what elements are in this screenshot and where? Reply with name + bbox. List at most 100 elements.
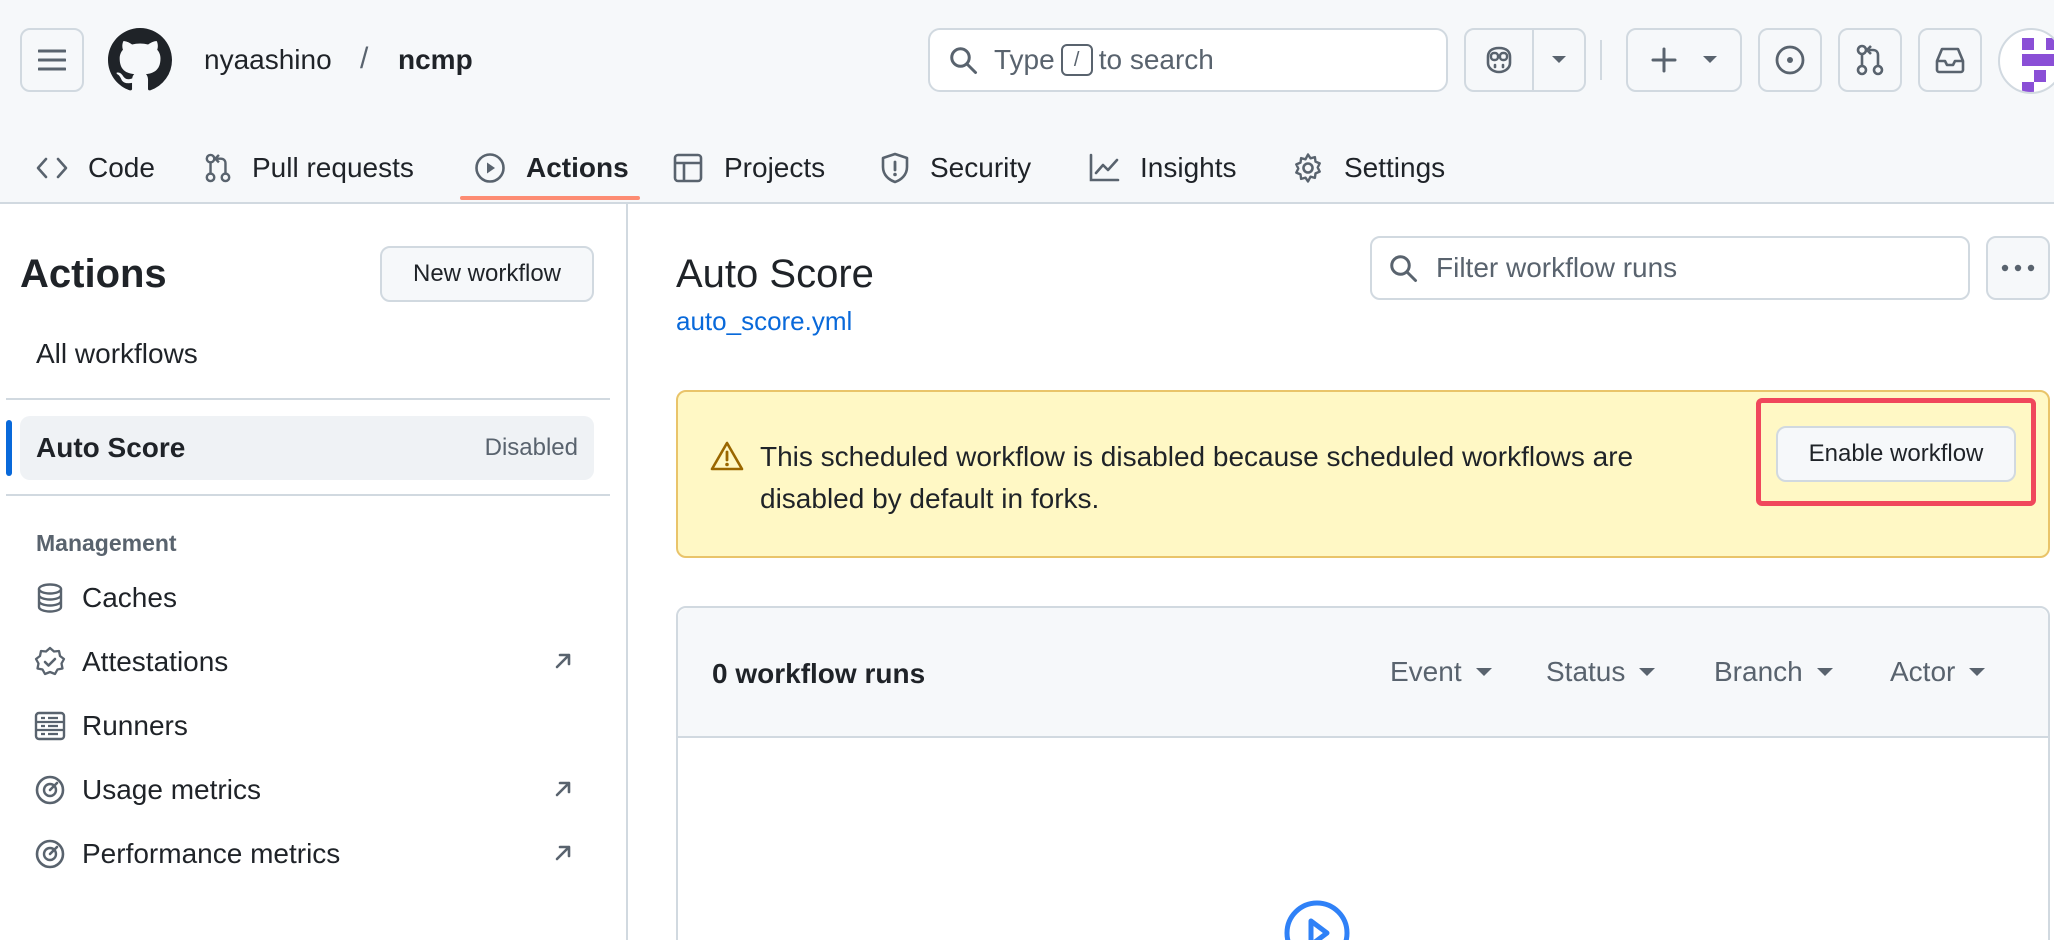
inbox-button[interactable] — [1918, 28, 1982, 92]
workflow-runs-count: 0 workflow runs — [712, 658, 926, 689]
search-icon — [950, 47, 977, 74]
status-filter-dropdown[interactable]: Status — [1546, 656, 1656, 688]
branch-filter-label: Branch — [1714, 656, 1803, 687]
tab-insights-label: Insights — [1140, 152, 1237, 183]
user-avatar[interactable] — [1998, 28, 2054, 94]
database-icon — [37, 583, 63, 613]
menu-button[interactable] — [20, 28, 84, 92]
active-tab-indicator — [460, 196, 640, 200]
issues-button[interactable] — [1758, 28, 1822, 92]
banner-message: This scheduled workflow is disabled beca… — [760, 441, 1634, 514]
meter-icon — [35, 839, 65, 869]
tab-code-label: Code — [88, 152, 155, 183]
copilot-button[interactable] — [1466, 30, 1534, 90]
pull-requests-button[interactable] — [1838, 28, 1902, 92]
hamburger-icon — [38, 49, 66, 71]
graph-icon — [1089, 153, 1120, 182]
actions-sidebar: Actions New workflow All workflows Auto … — [0, 204, 628, 940]
alert-icon — [710, 441, 744, 471]
sidebar-item-runners[interactable]: Runners — [34, 704, 594, 748]
sidebar-item-caches[interactable]: Caches — [34, 576, 594, 620]
chevron-down-icon — [1816, 668, 1833, 676]
external-link-arrow-icon — [555, 653, 571, 669]
sidebar-item-label: Runners — [82, 710, 188, 741]
workflow-state-label: Disabled — [484, 434, 578, 461]
actor-filter-label: Actor — [1890, 656, 1956, 687]
code-icon — [36, 157, 68, 179]
table-icon — [673, 153, 703, 183]
sidebar-item-label: Usage metrics — [82, 774, 261, 805]
global-search[interactable]: Type / to search — [928, 28, 1448, 92]
sidebar-title: Actions — [20, 252, 167, 296]
external-link-arrow-icon — [555, 845, 571, 861]
sidebar-item-usage-metrics[interactable]: Usage metrics — [34, 768, 594, 812]
tab-pull-requests[interactable]: Pull requests — [204, 132, 414, 204]
search-icon — [1390, 255, 1417, 282]
github-logo-icon[interactable] — [108, 28, 172, 92]
selected-item-indicator — [6, 420, 12, 476]
enable-workflow-button[interactable]: Enable workflow — [1776, 426, 2016, 482]
tab-actions[interactable]: Actions — [474, 132, 629, 204]
tab-insights[interactable]: Insights — [1088, 132, 1237, 204]
search-shortcut-key: / — [1060, 44, 1093, 76]
search-hint-prefix: Type — [994, 44, 1055, 75]
divider — [6, 398, 610, 400]
breadcrumb-separator: / — [360, 42, 369, 75]
copilot-button-group — [1464, 28, 1586, 92]
git-pull-request-icon — [1856, 44, 1884, 76]
event-filter-dropdown[interactable]: Event — [1390, 656, 1492, 688]
management-heading: Management — [36, 530, 177, 556]
verified-icon — [34, 646, 66, 676]
sidebar-item-performance-metrics[interactable]: Performance metrics — [34, 832, 594, 876]
page-title: Auto Score — [676, 252, 874, 296]
inbox-icon — [1935, 47, 1965, 74]
tab-code[interactable]: Code — [36, 132, 155, 204]
search-hint: Type / to search — [994, 44, 1214, 76]
new-workflow-button[interactable]: New workflow — [380, 246, 594, 302]
filter-placeholder: Filter workflow runs — [1436, 252, 1678, 283]
workflow-runs-panel: 0 workflow runs Event Status Branch Acto… — [676, 606, 2050, 940]
sidebar-item-auto-score[interactable]: Auto Score Disabled — [20, 416, 594, 480]
sidebar-item-all-workflows[interactable]: All workflows — [36, 338, 198, 370]
breadcrumb-owner[interactable]: nyaashino — [204, 44, 332, 76]
search-hint-suffix: to search — [1098, 44, 1214, 75]
sidebar-item-label: Performance metrics — [82, 838, 341, 869]
gear-icon — [1295, 153, 1321, 183]
tab-security[interactable]: Security — [880, 132, 1031, 204]
copilot-icon — [1486, 46, 1512, 74]
header-divider — [1600, 40, 1602, 80]
tab-actions-label: Actions — [526, 152, 629, 183]
tab-pull-requests-label: Pull requests — [252, 152, 414, 183]
tab-security-label: Security — [930, 152, 1032, 183]
play-icon — [475, 153, 505, 183]
git-pull-request-icon — [205, 153, 231, 183]
meter-icon — [35, 775, 65, 805]
workflow-runs-header: 0 workflow runs Event Status Branch Acto… — [678, 608, 2048, 738]
play-icon — [1284, 900, 1350, 940]
create-new-button[interactable] — [1626, 28, 1742, 92]
sidebar-item-label: Attestations — [82, 646, 229, 677]
shield-icon — [881, 152, 909, 184]
plus-icon — [1651, 47, 1676, 73]
event-filter-label: Event — [1390, 656, 1462, 687]
workflow-file-link[interactable]: auto_score.yml — [676, 306, 852, 337]
tab-settings[interactable]: Settings — [1292, 132, 1445, 204]
identicon-icon — [2022, 38, 2054, 92]
branch-filter-dropdown[interactable]: Branch — [1714, 656, 1833, 688]
kebab-horizontal-icon — [2001, 264, 2035, 272]
issue-opened-icon — [1775, 45, 1805, 75]
actor-filter-dropdown[interactable]: Actor — [1890, 656, 1986, 688]
chevron-down-icon — [1969, 668, 1986, 676]
tab-projects[interactable]: Projects — [672, 132, 825, 204]
breadcrumb-repo[interactable]: ncmp — [398, 44, 473, 76]
status-filter-label: Status — [1546, 656, 1626, 687]
sidebar-item-attestations[interactable]: Attestations — [34, 640, 594, 684]
divider — [6, 494, 610, 496]
tab-settings-label: Settings — [1344, 152, 1446, 183]
copilot-dropdown[interactable] — [1534, 30, 1584, 90]
sidebar-item-label: Caches — [82, 582, 177, 613]
chevron-down-icon — [1552, 56, 1566, 63]
more-options-button[interactable] — [1986, 236, 2050, 300]
filter-workflow-runs-input[interactable]: Filter workflow runs — [1370, 236, 1970, 300]
server-icon — [34, 711, 66, 741]
